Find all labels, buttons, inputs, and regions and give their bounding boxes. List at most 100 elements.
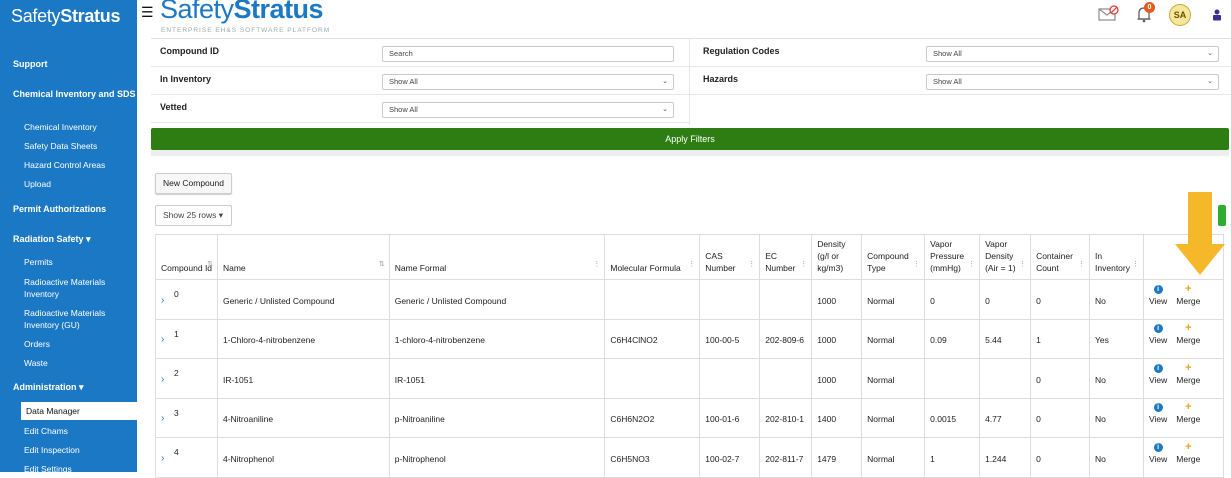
- sidebar-item-administration[interactable]: Administration ▾: [13, 382, 84, 393]
- sidebar-item-orders[interactable]: Orders: [24, 338, 50, 350]
- compound-id-search-input[interactable]: Search: [382, 46, 674, 62]
- view-button[interactable]: i View: [1149, 363, 1167, 386]
- sidebar-item-data-manager[interactable]: Data Manager: [21, 402, 137, 420]
- vetted-select[interactable]: Show All ⌄: [382, 102, 674, 118]
- sidebar-item-hazard-control-areas[interactable]: Hazard Control Areas: [24, 159, 105, 171]
- sidebar-item-permits[interactable]: Permits: [24, 256, 53, 268]
- col-compound-type[interactable]: Compound Type ⋮: [861, 234, 926, 280]
- chevron-right-icon[interactable]: ›: [161, 334, 164, 345]
- table-header-row: Compound Id ⇅ Name ⇅ Name Formal ⋮ Molecula…: [155, 234, 1224, 280]
- sidebar-item-waste[interactable]: Waste: [24, 357, 48, 369]
- col-compound-id[interactable]: Compound Id ⇅: [155, 234, 218, 280]
- merge-button[interactable]: + Merge: [1176, 440, 1200, 465]
- view-button[interactable]: i View: [1149, 403, 1167, 425]
- cell-vapor-density: 4.77: [979, 397, 1032, 438]
- cell-container-count: 1: [1030, 318, 1091, 359]
- cell-name-formal: 1-chloro-4-nitrobenzene: [388, 318, 606, 359]
- sort-icon[interactable]: ⋮: [968, 259, 975, 271]
- apply-filters-button[interactable]: Apply Filters: [151, 128, 1229, 150]
- cell-molecular-formula: C6H4ClNO2: [604, 318, 701, 359]
- chevron-down-icon: ⌄: [662, 78, 668, 85]
- col-ec-number[interactable]: EC Number ⋮: [759, 234, 813, 280]
- mail-off-icon[interactable]: [1098, 5, 1120, 23]
- sidebar-item-radioactive-materials-inventory[interactable]: Radioactive Materials Inventory: [24, 276, 129, 300]
- sort-icon[interactable]: ⋮: [800, 259, 807, 271]
- cell-name: 4-Nitroaniline: [216, 397, 390, 438]
- top-bar: ☰ SafetyStratus ENTERPRISE EH&S SOFTWARE…: [137, 0, 1231, 38]
- cell-vapor-pressure: 0: [924, 279, 981, 320]
- sort-icon[interactable]: ⋮: [1078, 259, 1085, 271]
- sidebar-item-edit-settings[interactable]: Edit Settings: [24, 463, 72, 472]
- compound-id-value: 3: [174, 407, 179, 418]
- sort-icon[interactable]: ⇅: [379, 259, 385, 271]
- cell-molecular-formula: [604, 279, 701, 320]
- chevron-down-icon: ⌄: [1207, 50, 1213, 57]
- in-inventory-label: In Inventory: [160, 74, 212, 84]
- hazards-select[interactable]: Show All ⌄: [926, 74, 1219, 90]
- chevron-right-icon[interactable]: ›: [161, 413, 164, 424]
- sidebar-logo[interactable]: SafetyStratus: [11, 6, 120, 27]
- new-compound-button[interactable]: New Compound: [155, 173, 232, 194]
- merge-button[interactable]: + Merge: [1176, 362, 1200, 386]
- rows-per-page-select[interactable]: Show 25 rows ▾: [155, 205, 232, 226]
- view-button[interactable]: i View: [1149, 324, 1167, 346]
- col-in-inventory[interactable]: In Inventory ⋮: [1089, 234, 1144, 280]
- cell-compound-id: › 0: [155, 279, 218, 320]
- view-button[interactable]: i View: [1149, 442, 1167, 465]
- col-vapor-density[interactable]: Vapor Density (Air = 1) ⋮: [979, 234, 1032, 280]
- col-molecular-formula[interactable]: Molecular Formula ⋮: [604, 234, 701, 280]
- col-name[interactable]: Name ⇅: [216, 234, 390, 280]
- cell-ec-number: [759, 358, 813, 399]
- col-cas-number[interactable]: CAS Number ⋮: [699, 234, 761, 280]
- cell-compound-id: › 3: [155, 397, 218, 438]
- cell-actions: i View + Merge: [1143, 358, 1224, 399]
- chevron-down-icon: ⌄: [662, 106, 668, 113]
- user-lock-icon[interactable]: [1211, 9, 1223, 21]
- cell-name: Generic / Unlisted Compound: [216, 279, 390, 320]
- sidebar-item-edit-inspection[interactable]: Edit Inspection: [24, 444, 80, 456]
- cell-compound-type: Normal: [861, 437, 926, 478]
- cell-name: 4-Nitrophenol: [216, 437, 390, 478]
- sidebar-item-chemical-inventory-sds[interactable]: Chemical Inventory and SDS: [13, 89, 136, 99]
- sort-icon[interactable]: ⋮: [1132, 259, 1139, 271]
- sidebar-item-permit-authorizations[interactable]: Permit Authorizations: [13, 204, 106, 214]
- sidebar-item-radioactive-materials-inventory-gu[interactable]: Radioactive Materials Inventory (GU): [24, 307, 129, 331]
- cell-actions: i View + Merge: [1143, 397, 1224, 438]
- view-button[interactable]: i View: [1149, 284, 1167, 307]
- merge-button[interactable]: + Merge: [1176, 283, 1200, 307]
- merge-button[interactable]: + Merge: [1176, 402, 1200, 425]
- sidebar-item-edit-chams[interactable]: Edit Chams: [24, 425, 68, 437]
- avatar[interactable]: SA: [1169, 4, 1191, 26]
- col-name-formal[interactable]: Name Formal ⋮: [388, 234, 606, 280]
- col-density[interactable]: Density (g/l or kg/m3): [811, 234, 863, 280]
- col-vapor-pressure[interactable]: Vapor Pressure (mmHg) ⋮: [924, 234, 981, 280]
- sort-icon[interactable]: ⋮: [748, 259, 755, 271]
- sidebar-item-chemical-inventory[interactable]: Chemical Inventory: [24, 121, 97, 133]
- merge-button[interactable]: + Merge: [1176, 323, 1200, 346]
- sort-icon[interactable]: ⇅: [207, 259, 213, 271]
- sort-icon[interactable]: ⋮: [593, 259, 600, 271]
- cell-name-formal: p-Nitrophenol: [388, 437, 606, 478]
- cell-ec-number: 202-809-6: [759, 318, 813, 359]
- cell-cas-number: 100-00-5: [699, 318, 761, 359]
- cell-name-formal: Generic / Unlisted Compound: [388, 279, 606, 320]
- sidebar-item-radiation-safety[interactable]: Radiation Safety ▾: [13, 234, 91, 245]
- in-inventory-select[interactable]: Show All ⌄: [382, 74, 674, 90]
- menu-icon[interactable]: ☰: [141, 4, 154, 21]
- notification-badge: 0: [1144, 2, 1155, 13]
- brand-logo[interactable]: SafetyStratus: [160, 0, 324, 25]
- chevron-right-icon[interactable]: ›: [161, 295, 164, 306]
- chevron-right-icon[interactable]: ›: [161, 374, 164, 385]
- sidebar-item-upload[interactable]: Upload: [24, 178, 51, 190]
- sidebar: SafetyStratus Support Chemical Inventory…: [0, 0, 137, 472]
- sort-icon[interactable]: ⋮: [688, 259, 695, 271]
- sidebar-item-support[interactable]: Support: [13, 59, 48, 69]
- sidebar-item-safety-data-sheets[interactable]: Safety Data Sheets: [24, 140, 97, 152]
- regulation-codes-select[interactable]: Show All ⌄: [926, 46, 1219, 62]
- col-container-count[interactable]: Container Count ⋮: [1030, 234, 1091, 280]
- chevron-right-icon[interactable]: ›: [161, 453, 164, 464]
- plus-icon: +: [1185, 440, 1192, 453]
- sort-icon[interactable]: ⋮: [913, 259, 920, 271]
- table-row: › 3 4-Nitroaniline p-Nitroaniline C6H6N2O2 10…: [155, 397, 1224, 438]
- sort-icon[interactable]: ⋮: [1019, 259, 1026, 271]
